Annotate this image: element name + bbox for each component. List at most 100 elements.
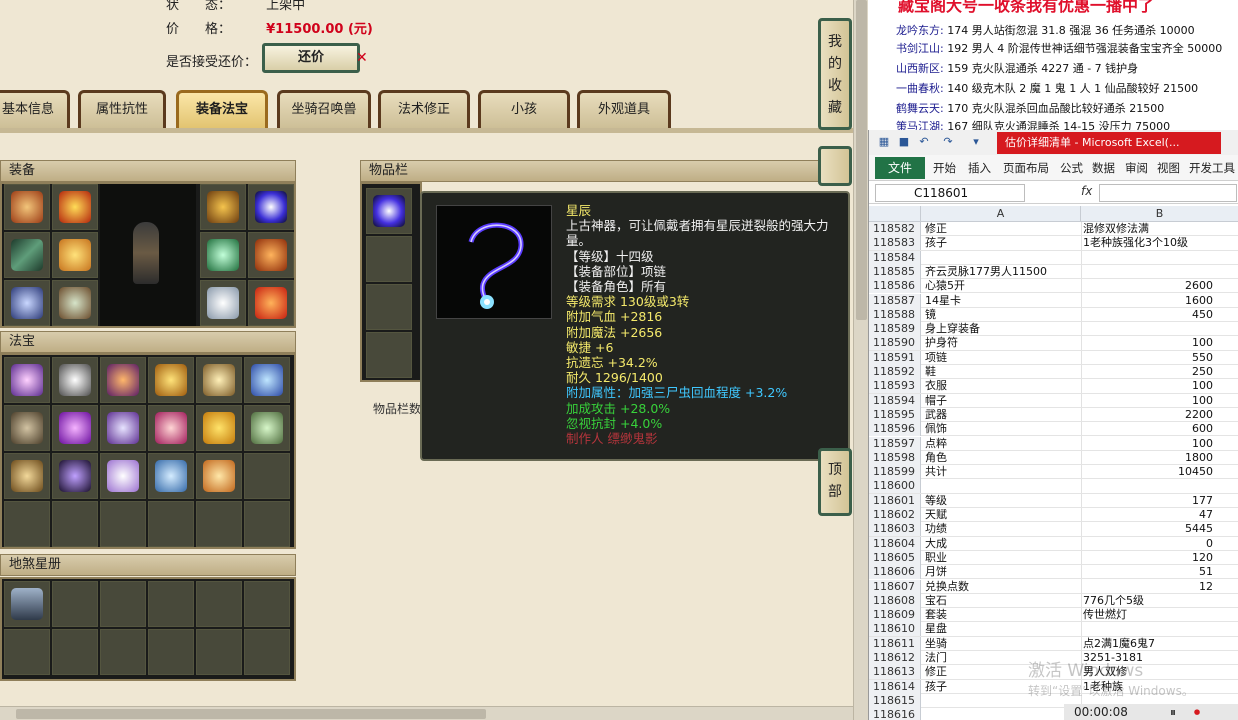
equip-slot-weapon[interactable] <box>4 232 50 278</box>
cell-a[interactable]: 14星卡 <box>925 294 1081 308</box>
cell-b[interactable]: 47 <box>1083 508 1213 522</box>
cell-a[interactable]: 鞋 <box>925 365 1081 379</box>
tab-child[interactable]: 小孩 <box>478 90 570 128</box>
disha-slot-empty[interactable] <box>148 629 194 675</box>
sheet-row[interactable]: 118589 身上穿装备 <box>869 322 1238 337</box>
sheet-row[interactable]: 118590 护身符 100 <box>869 336 1238 351</box>
sheet-row[interactable]: 118596 佩饰 600 <box>869 422 1238 437</box>
cell-b[interactable]: 100 <box>1083 379 1213 393</box>
row-number[interactable]: 118611 <box>869 636 921 651</box>
cell-a[interactable]: 等级 <box>925 494 1081 508</box>
cell-a[interactable]: 点粹 <box>925 437 1081 451</box>
sheet-row[interactable]: 118594 帽子 100 <box>869 393 1238 408</box>
cell-b[interactable]: 2200 <box>1083 408 1213 422</box>
cell-b[interactable]: 12 <box>1083 580 1213 594</box>
ribbon-tab-data[interactable]: 数据 <box>1092 160 1115 176</box>
sheet-row[interactable]: 118595 武器 2200 <box>869 407 1238 423</box>
equip-slot-flame[interactable] <box>248 280 294 326</box>
quick-access-dropdown-icon[interactable]: ▾ <box>969 135 983 149</box>
cell-b[interactable]: 传世燃灯 <box>1083 608 1213 622</box>
row-number[interactable]: 118604 <box>869 536 921 551</box>
cell-b[interactable]: 250 <box>1083 365 1213 379</box>
fabao-slot[interactable] <box>148 405 194 451</box>
cell-a[interactable]: 角色 <box>925 451 1081 465</box>
name-box[interactable]: C118601 <box>875 184 1025 202</box>
row-number[interactable]: 118590 <box>869 336 921 351</box>
tab-equipment[interactable]: 装备法宝 <box>176 90 268 128</box>
cell-a[interactable]: 宝石 <box>925 594 1081 608</box>
row-number[interactable]: 118598 <box>869 450 921 465</box>
cell-b[interactable]: 51 <box>1083 565 1213 579</box>
scroll-thumb[interactable] <box>856 0 867 320</box>
sheet-row[interactable]: 118607 兑换点数 12 <box>869 579 1238 594</box>
cell-b[interactable]: 120 <box>1083 551 1213 565</box>
equip-slot-amulet[interactable] <box>4 184 50 230</box>
sheet-row[interactable]: 118588 镜 450 <box>869 307 1238 323</box>
cell-a[interactable]: 共计 <box>925 465 1081 479</box>
ribbon-tab-formulas[interactable]: 公式 <box>1060 160 1083 176</box>
sheet-row[interactable]: 118611 坐骑 点2满1魔6鬼7 <box>869 636 1238 651</box>
disha-slot-empty[interactable] <box>52 581 98 627</box>
row-number[interactable]: 118615 <box>869 693 921 708</box>
item-slot-empty[interactable] <box>366 236 412 282</box>
disha-slot[interactable] <box>4 581 50 627</box>
tab-basic-info[interactable]: 基本信息 <box>0 90 70 128</box>
equip-slot-helmet[interactable] <box>52 184 98 230</box>
disha-slot-empty[interactable] <box>196 581 242 627</box>
fabao-slot[interactable] <box>100 453 146 499</box>
select-all-corner[interactable] <box>869 206 921 222</box>
cell-a[interactable]: 项链 <box>925 351 1081 365</box>
cell-a[interactable]: 帽子 <box>925 394 1081 408</box>
cell-b[interactable]: 0 <box>1083 537 1213 551</box>
redo-icon[interactable]: ↷ <box>941 135 955 149</box>
sheet-row[interactable]: 118600 <box>869 479 1238 494</box>
disha-slot-empty[interactable] <box>196 629 242 675</box>
equip-slot-boots[interactable] <box>52 280 98 326</box>
disha-slot-empty[interactable] <box>100 581 146 627</box>
row-number[interactable]: 118586 <box>869 279 921 294</box>
cell-a[interactable]: 功绩 <box>925 522 1081 536</box>
scroll-thumb[interactable] <box>16 709 486 719</box>
sheet-row[interactable]: 118606 月饼 51 <box>869 565 1238 580</box>
row-number[interactable]: 118583 <box>869 236 921 251</box>
ribbon-tab-developer[interactable]: 开发工具 <box>1189 160 1235 176</box>
fabao-slot[interactable] <box>100 357 146 403</box>
side-tab-hidden[interactable] <box>818 146 852 186</box>
cell-b[interactable]: 10450 <box>1083 465 1213 479</box>
row-number[interactable]: 118591 <box>869 350 921 365</box>
row-number[interactable]: 118601 <box>869 493 921 508</box>
sheet-row[interactable]: 118593 衣服 100 <box>869 379 1238 394</box>
row-number[interactable]: 118610 <box>869 622 921 637</box>
cell-a[interactable]: 天赋 <box>925 508 1081 522</box>
back-to-top-tab[interactable]: 顶 部 <box>818 448 852 516</box>
row-number[interactable]: 118607 <box>869 579 921 594</box>
fabao-slot-empty[interactable] <box>4 501 50 547</box>
sheet-row[interactable]: 118610 星盘 <box>869 622 1238 637</box>
disha-slot-empty[interactable] <box>148 581 194 627</box>
fabao-slot-empty[interactable] <box>244 453 290 499</box>
cell-b[interactable]: 1800 <box>1083 451 1213 465</box>
fabao-slot[interactable] <box>196 453 242 499</box>
page-horizontal-scrollbar[interactable] <box>0 706 853 720</box>
disha-slot-empty[interactable] <box>244 581 290 627</box>
cell-a[interactable]: 职业 <box>925 551 1081 565</box>
row-number[interactable]: 118609 <box>869 608 921 623</box>
row-number[interactable]: 118599 <box>869 465 921 480</box>
sheet-row[interactable]: 118602 天赋 47 <box>869 508 1238 523</box>
row-number[interactable]: 118612 <box>869 651 921 665</box>
cell-a[interactable]: 护身符 <box>925 336 1081 350</box>
row-number[interactable]: 118608 <box>869 593 921 608</box>
row-number[interactable]: 118596 <box>869 422 921 437</box>
tab-appearance[interactable]: 外观道具 <box>577 90 671 128</box>
item-slot-necklace[interactable] <box>366 188 412 234</box>
fabao-slot-empty[interactable] <box>244 501 290 547</box>
cell-b[interactable]: 1600 <box>1083 294 1213 308</box>
haggle-button[interactable]: 还价 <box>262 43 360 73</box>
fabao-slot[interactable] <box>196 357 242 403</box>
row-number[interactable]: 118616 <box>869 708 921 720</box>
sheet-row[interactable]: 118598 角色 1800 <box>869 450 1238 466</box>
formula-input[interactable] <box>1099 184 1237 202</box>
cell-a[interactable]: 套装 <box>925 608 1081 622</box>
cell-b[interactable]: 550 <box>1083 351 1213 365</box>
row-number[interactable]: 118594 <box>869 393 921 408</box>
